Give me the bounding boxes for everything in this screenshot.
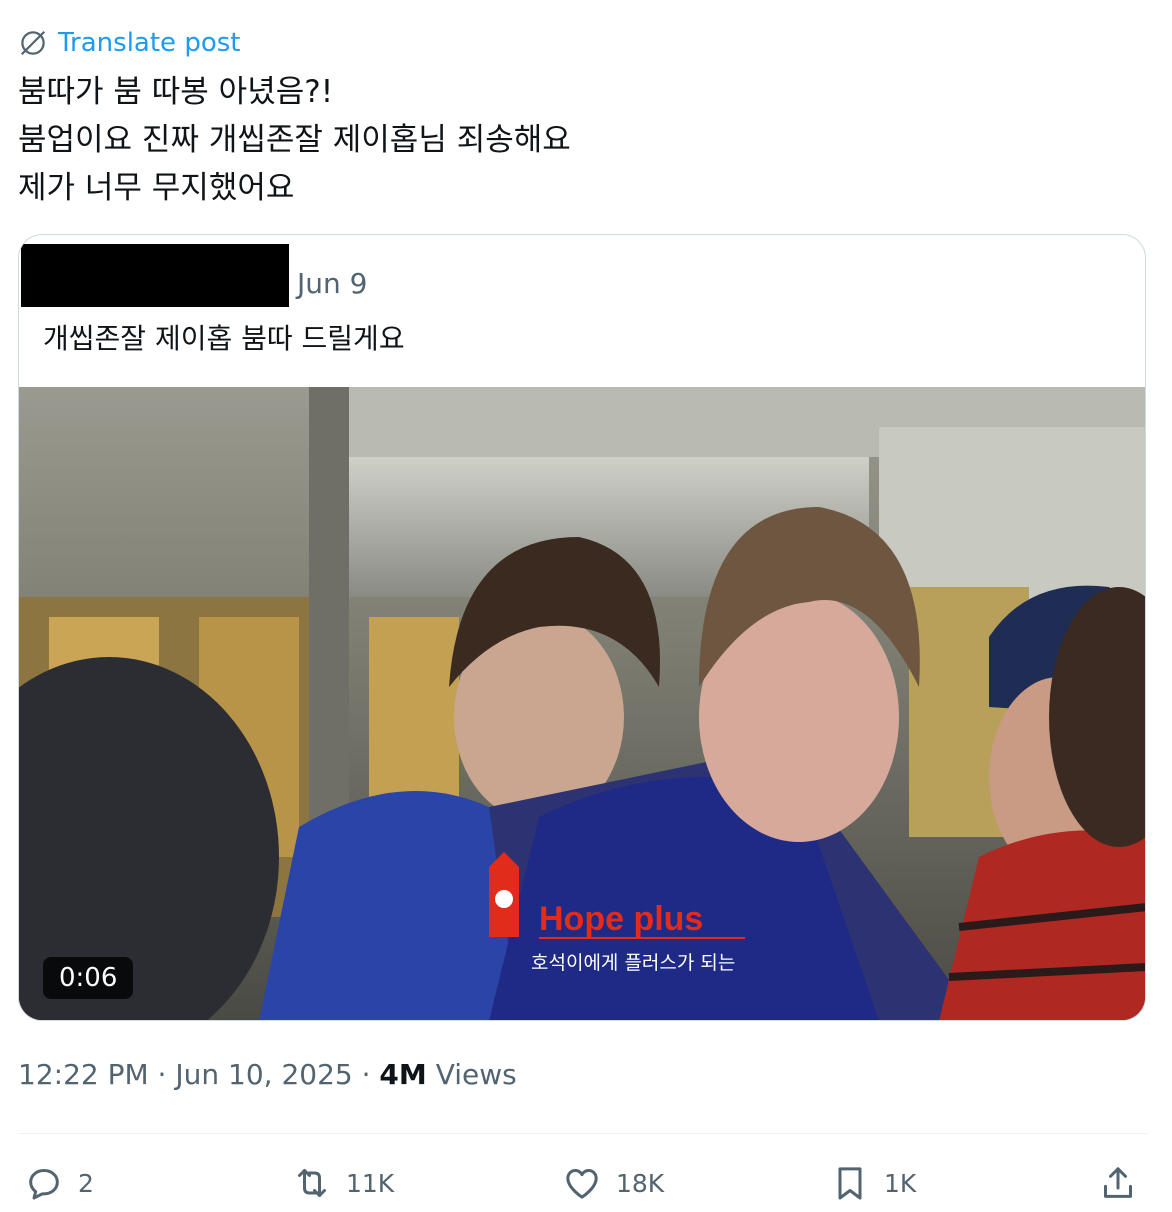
post-text-line: 붐따가 붐 따봉 아녔음?! [18, 74, 334, 110]
meta-separator: · [361, 1058, 371, 1091]
post-text: 붐따가 붐 따봉 아녔음?! 붐업이요 진짜 개씹존잘 제이홉님 죄송해요 제가… [18, 68, 1148, 212]
translate-post-link[interactable]: Translate post [18, 26, 240, 60]
watermark-subtitle: 호석이에게 플러스가 되는 [531, 952, 735, 974]
quoted-post-text: 개씹존잘 제이홉 붐따 드릴게요 [43, 322, 405, 355]
share-icon [1104, 1167, 1132, 1198]
repost-icon [298, 1169, 326, 1197]
repost-count: 11K [346, 1168, 395, 1198]
video-frame: Hope plus 호석이에게 플러스가 되는 [19, 387, 1145, 1020]
meta-separator: · [157, 1058, 167, 1091]
post-text-line: 제가 너무 무지했어요 [18, 170, 295, 206]
like-count: 18K [616, 1168, 665, 1198]
post-date[interactable]: Jun 10, 2025 [175, 1058, 352, 1091]
video-player[interactable]: Hope plus 호석이에게 플러스가 되는 0:06 [19, 387, 1145, 1020]
post-time[interactable]: 12:22 PM [18, 1058, 149, 1091]
reply-count: 2 [78, 1168, 94, 1198]
redacted-author [21, 244, 289, 307]
views-label: Views [435, 1058, 517, 1091]
share-button[interactable] [1098, 1160, 1138, 1206]
watermark-title: Hope plus [539, 900, 703, 938]
bookmark-count: 1K [884, 1168, 917, 1198]
like-icon [566, 1169, 598, 1199]
translate-post-label: Translate post [58, 28, 241, 58]
post-meta: 12:22 PM · Jun 10, 2025 · 4M Views [18, 1058, 517, 1091]
bookmark-icon [838, 1167, 862, 1200]
post-text-line: 붐업이요 진짜 개씹존잘 제이홉님 죄송해요 [18, 122, 571, 158]
divider [18, 1133, 1148, 1134]
reply-icon [29, 1169, 59, 1200]
like-button[interactable]: 18K [562, 1160, 664, 1206]
translate-icon [20, 30, 46, 56]
views-count: 4M [379, 1058, 427, 1091]
bookmark-button[interactable]: 1K [830, 1160, 916, 1206]
quoted-post-date[interactable]: Jun 9 [297, 267, 367, 300]
repost-button[interactable]: 11K [292, 1160, 394, 1206]
quoted-post[interactable]: Jun 9 개씹존잘 제이홉 붐따 드릴게요 Hope plus 호석이에게 플… [18, 234, 1146, 1021]
reply-button[interactable]: 2 [24, 1160, 94, 1206]
video-timestamp: 0:06 [43, 957, 134, 999]
